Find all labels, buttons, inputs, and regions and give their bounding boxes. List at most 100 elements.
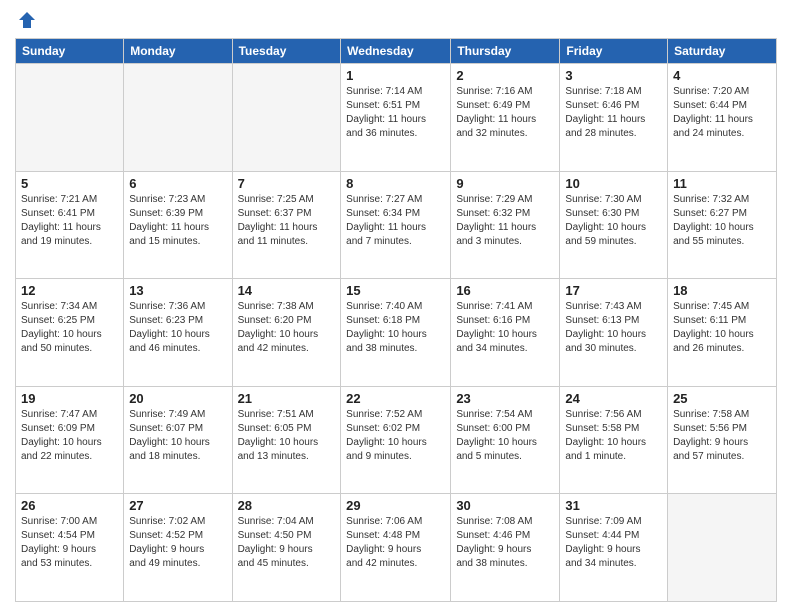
calendar-cell: 23 Sunrise: 7:54 AM Sunset: 6:00 PM Dayli… [451, 386, 560, 494]
day-info: Sunrise: 7:40 AM Sunset: 6:18 PM Dayligh… [346, 300, 445, 356]
calendar-week-row: 12 Sunrise: 7:34 AM Sunset: 6:25 PM Dayli… [16, 279, 777, 387]
day-info: Sunrise: 7:08 AM Sunset: 4:46 PM Dayligh… [456, 515, 554, 571]
calendar-cell: 9 Sunrise: 7:29 AM Sunset: 6:32 PM Daylig… [451, 171, 560, 279]
calendar-cell [232, 64, 341, 172]
day-number: 25 [673, 391, 771, 406]
calendar-cell [124, 64, 232, 172]
day-info: Sunrise: 7:30 AM Sunset: 6:30 PM Dayligh… [565, 193, 662, 249]
calendar-cell: 19 Sunrise: 7:47 AM Sunset: 6:09 PM Dayli… [16, 386, 124, 494]
day-number: 31 [565, 498, 662, 513]
day-number: 21 [238, 391, 336, 406]
day-number: 22 [346, 391, 445, 406]
day-number: 20 [129, 391, 226, 406]
calendar-cell: 4 Sunrise: 7:20 AM Sunset: 6:44 PM Daylig… [668, 64, 777, 172]
day-number: 28 [238, 498, 336, 513]
calendar-day-header: Saturday [668, 39, 777, 64]
logo-icon [17, 10, 37, 30]
calendar-cell: 8 Sunrise: 7:27 AM Sunset: 6:34 PM Daylig… [341, 171, 451, 279]
day-number: 9 [456, 176, 554, 191]
calendar-cell: 13 Sunrise: 7:36 AM Sunset: 6:23 PM Dayli… [124, 279, 232, 387]
day-number: 26 [21, 498, 118, 513]
day-number: 5 [21, 176, 118, 191]
day-number: 24 [565, 391, 662, 406]
day-info: Sunrise: 7:43 AM Sunset: 6:13 PM Dayligh… [565, 300, 662, 356]
day-number: 29 [346, 498, 445, 513]
day-info: Sunrise: 7:56 AM Sunset: 5:58 PM Dayligh… [565, 408, 662, 464]
calendar-cell: 11 Sunrise: 7:32 AM Sunset: 6:27 PM Dayli… [668, 171, 777, 279]
calendar-day-header: Monday [124, 39, 232, 64]
day-number: 12 [21, 283, 118, 298]
calendar-cell: 30Sunrise: 7:08 AM Sunset: 4:46 PM Dayli… [451, 494, 560, 602]
logo [15, 10, 37, 30]
day-number: 4 [673, 68, 771, 83]
calendar-cell: 1 Sunrise: 7:14 AM Sunset: 6:51 PM Daylig… [341, 64, 451, 172]
day-number: 6 [129, 176, 226, 191]
calendar-day-header: Friday [560, 39, 668, 64]
day-number: 13 [129, 283, 226, 298]
calendar-cell [16, 64, 124, 172]
day-info: Sunrise: 7:47 AM Sunset: 6:09 PM Dayligh… [21, 408, 118, 464]
calendar-day-header: Thursday [451, 39, 560, 64]
day-info: Sunrise: 7:25 AM Sunset: 6:37 PM Dayligh… [238, 193, 336, 249]
calendar-cell: 29 Sunrise: 7:06 AM Sunset: 4:48 PM Dayli… [341, 494, 451, 602]
day-number: 7 [238, 176, 336, 191]
day-number: 3 [565, 68, 662, 83]
day-info: Sunrise: 7:52 AM Sunset: 6:02 PM Dayligh… [346, 408, 445, 464]
calendar-cell: 22 Sunrise: 7:52 AM Sunset: 6:02 PM Dayli… [341, 386, 451, 494]
day-number: 8 [346, 176, 445, 191]
day-number: 17 [565, 283, 662, 298]
day-info: Sunrise: 7:27 AM Sunset: 6:34 PM Dayligh… [346, 193, 445, 249]
day-info: Sunrise: 7:45 AM Sunset: 6:11 PM Dayligh… [673, 300, 771, 356]
calendar-week-row: 5 Sunrise: 7:21 AM Sunset: 6:41 PM Daylig… [16, 171, 777, 279]
calendar-cell: 21 Sunrise: 7:51 AM Sunset: 6:05 PM Dayli… [232, 386, 341, 494]
calendar-cell: 2Sunrise: 7:16 AM Sunset: 6:49 PM Daylig… [451, 64, 560, 172]
day-number: 23 [456, 391, 554, 406]
day-number: 14 [238, 283, 336, 298]
day-number: 19 [21, 391, 118, 406]
day-info: Sunrise: 7:36 AM Sunset: 6:23 PM Dayligh… [129, 300, 226, 356]
calendar-cell: 7 Sunrise: 7:25 AM Sunset: 6:37 PM Daylig… [232, 171, 341, 279]
calendar-day-header: Wednesday [341, 39, 451, 64]
calendar-cell: 31 Sunrise: 7:09 AM Sunset: 4:44 PM Dayli… [560, 494, 668, 602]
calendar-cell: 16Sunrise: 7:41 AM Sunset: 6:16 PM Dayli… [451, 279, 560, 387]
header [15, 10, 777, 30]
day-info: Sunrise: 7:21 AM Sunset: 6:41 PM Dayligh… [21, 193, 118, 249]
calendar-table: SundayMondayTuesdayWednesdayThursdayFrid… [15, 38, 777, 602]
calendar-cell: 18Sunrise: 7:45 AM Sunset: 6:11 PM Dayli… [668, 279, 777, 387]
day-info: Sunrise: 7:34 AM Sunset: 6:25 PM Dayligh… [21, 300, 118, 356]
calendar-cell: 15Sunrise: 7:40 AM Sunset: 6:18 PM Dayli… [341, 279, 451, 387]
calendar-week-row: 26 Sunrise: 7:00 AM Sunset: 4:54 PM Dayli… [16, 494, 777, 602]
day-info: Sunrise: 7:29 AM Sunset: 6:32 PM Dayligh… [456, 193, 554, 249]
day-info: Sunrise: 7:23 AM Sunset: 6:39 PM Dayligh… [129, 193, 226, 249]
calendar-cell: 28 Sunrise: 7:04 AM Sunset: 4:50 PM Dayli… [232, 494, 341, 602]
calendar-cell: 14Sunrise: 7:38 AM Sunset: 6:20 PM Dayli… [232, 279, 341, 387]
calendar-cell: 10 Sunrise: 7:30 AM Sunset: 6:30 PM Dayli… [560, 171, 668, 279]
day-info: Sunrise: 7:18 AM Sunset: 6:46 PM Dayligh… [565, 85, 662, 141]
calendar-cell: 17 Sunrise: 7:43 AM Sunset: 6:13 PM Dayli… [560, 279, 668, 387]
calendar-cell: 5 Sunrise: 7:21 AM Sunset: 6:41 PM Daylig… [16, 171, 124, 279]
day-info: Sunrise: 7:09 AM Sunset: 4:44 PM Dayligh… [565, 515, 662, 571]
day-info: Sunrise: 7:04 AM Sunset: 4:50 PM Dayligh… [238, 515, 336, 571]
day-info: Sunrise: 7:20 AM Sunset: 6:44 PM Dayligh… [673, 85, 771, 141]
page-container: SundayMondayTuesdayWednesdayThursdayFrid… [0, 0, 792, 612]
day-number: 11 [673, 176, 771, 191]
day-number: 1 [346, 68, 445, 83]
day-info: Sunrise: 7:58 AM Sunset: 5:56 PM Dayligh… [673, 408, 771, 464]
day-info: Sunrise: 7:14 AM Sunset: 6:51 PM Dayligh… [346, 85, 445, 141]
calendar-cell: 25 Sunrise: 7:58 AM Sunset: 5:56 PM Dayli… [668, 386, 777, 494]
day-info: Sunrise: 7:54 AM Sunset: 6:00 PM Dayligh… [456, 408, 554, 464]
day-info: Sunrise: 7:32 AM Sunset: 6:27 PM Dayligh… [673, 193, 771, 249]
calendar-cell: 6 Sunrise: 7:23 AM Sunset: 6:39 PM Daylig… [124, 171, 232, 279]
day-info: Sunrise: 7:06 AM Sunset: 4:48 PM Dayligh… [346, 515, 445, 571]
calendar-cell: 12 Sunrise: 7:34 AM Sunset: 6:25 PM Dayli… [16, 279, 124, 387]
calendar-week-row: 1 Sunrise: 7:14 AM Sunset: 6:51 PM Daylig… [16, 64, 777, 172]
day-number: 10 [565, 176, 662, 191]
calendar-cell: 3 Sunrise: 7:18 AM Sunset: 6:46 PM Daylig… [560, 64, 668, 172]
calendar-cell: 27Sunrise: 7:02 AM Sunset: 4:52 PM Dayli… [124, 494, 232, 602]
day-info: Sunrise: 7:00 AM Sunset: 4:54 PM Dayligh… [21, 515, 118, 571]
day-info: Sunrise: 7:02 AM Sunset: 4:52 PM Dayligh… [129, 515, 226, 571]
calendar-header-row: SundayMondayTuesdayWednesdayThursdayFrid… [16, 39, 777, 64]
day-number: 16 [456, 283, 554, 298]
day-info: Sunrise: 7:49 AM Sunset: 6:07 PM Dayligh… [129, 408, 226, 464]
day-info: Sunrise: 7:51 AM Sunset: 6:05 PM Dayligh… [238, 408, 336, 464]
